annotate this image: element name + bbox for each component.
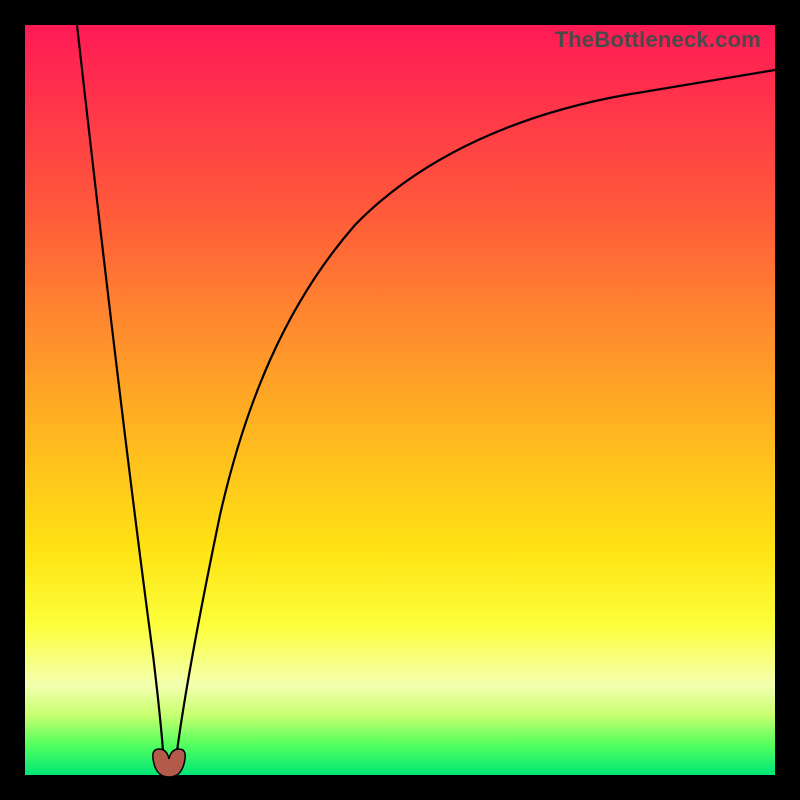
curve-left-branch <box>77 25 164 767</box>
plot-frame: TheBottleneck.com <box>25 25 775 775</box>
bottleneck-curve-svg <box>25 25 775 775</box>
dip-lobe-shape <box>153 749 186 777</box>
dip-lobe-marker <box>153 749 186 777</box>
curve-right-branch <box>175 70 775 767</box>
